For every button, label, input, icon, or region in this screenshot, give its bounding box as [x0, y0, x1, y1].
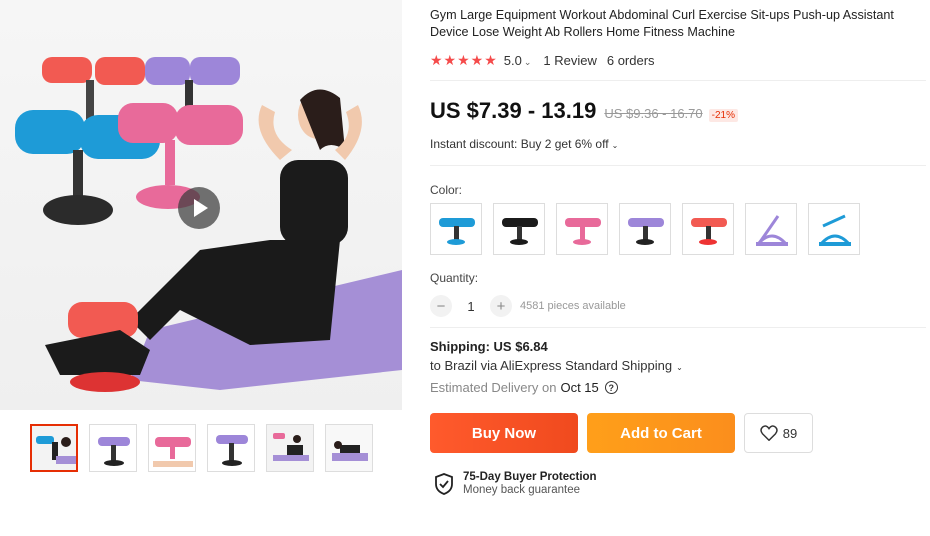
product-gallery	[0, 0, 402, 536]
quantity-value[interactable]: 1	[459, 299, 483, 314]
quantity-increase-button[interactable]: +	[490, 295, 512, 317]
price-row: US $7.39 - 13.19 US $9.36 - 16.70 -21%	[430, 98, 738, 124]
swatch-image	[756, 215, 788, 246]
add-to-cart-button[interactable]: Add to Cart	[587, 413, 735, 453]
thumbnail-image	[149, 425, 195, 471]
thumbnail-image	[326, 425, 372, 471]
color-swatch-red[interactable]	[682, 203, 734, 255]
rating-value[interactable]: 5.0 ⌄	[504, 53, 532, 68]
buy-now-button[interactable]: Buy Now	[430, 413, 578, 453]
swatch-image	[439, 218, 475, 245]
current-price: US $7.39 - 13.19	[430, 98, 597, 123]
thumbnail-image	[267, 425, 313, 471]
shipping-destination-text: to Brazil via AliExpress Standard Shippi…	[430, 358, 673, 373]
thumbnail-5[interactable]	[266, 424, 314, 472]
buyer-protection: 75-Day Buyer Protection Money back guara…	[434, 471, 597, 496]
divider	[430, 165, 926, 166]
help-icon[interactable]: ?	[604, 381, 618, 394]
quantity-stepper: − 1 + 4581 pieces available	[430, 295, 626, 317]
rating-number: 5.0	[503, 53, 522, 68]
instant-discount[interactable]: Instant discount: Buy 2 get 6% off ⌄	[430, 137, 618, 151]
rating-stars-icon: ★★★★★	[430, 52, 498, 68]
thumbnail-image	[90, 425, 136, 471]
buyer-protection-title: 75-Day Buyer Protection	[463, 471, 597, 483]
play-icon	[194, 199, 208, 217]
color-swatch-blue[interactable]	[430, 203, 482, 255]
original-price: US $9.36 - 16.70	[604, 106, 703, 121]
color-swatches	[430, 203, 860, 255]
swatch-image	[691, 218, 727, 245]
shipping-cost: Shipping: US $6.84	[430, 339, 548, 354]
buyer-protection-subtitle: Money back guarantee	[463, 484, 580, 496]
divider	[430, 80, 926, 81]
chevron-down-icon: ⌄	[611, 141, 619, 150]
swatch-image	[819, 214, 851, 246]
quantity-label: Quantity:	[430, 271, 479, 285]
orders-count: 6 orders	[606, 53, 655, 68]
thumbnail-2[interactable]	[89, 424, 137, 472]
product-info: Gym Large Equipment Workout Abdominal Cu…	[430, 0, 930, 536]
thumbnail-image	[208, 425, 254, 471]
chevron-down-icon: ⌄	[676, 363, 683, 372]
chevron-down-icon: ⌄	[523, 57, 532, 67]
thumbnail-strip	[30, 424, 373, 472]
divider	[430, 327, 926, 328]
thumbnail-3[interactable]	[148, 424, 196, 472]
shield-check-icon	[435, 472, 453, 495]
thumbnail-4[interactable]	[207, 424, 255, 472]
swatch-image	[565, 218, 601, 245]
discount-badge: -21%	[708, 109, 738, 122]
color-label: Color:	[430, 183, 463, 197]
wishlist-button[interactable]: 89	[744, 413, 813, 453]
swatch-image	[502, 218, 538, 245]
estimated-delivery-date: Oct 15	[560, 380, 599, 395]
quantity-decrease-button[interactable]: −	[430, 295, 452, 317]
swatch-image	[628, 218, 664, 245]
estimated-delivery-label: Estimated Delivery on	[430, 380, 557, 395]
color-swatch-blue-pull-rope[interactable]	[808, 203, 860, 255]
wishlist-count: 89	[782, 425, 798, 441]
color-swatch-pink[interactable]	[556, 203, 608, 255]
shipping-destination[interactable]: to Brazil via AliExpress Standard Shippi…	[430, 358, 683, 373]
estimated-delivery: Estimated Delivery on Oct 15 ?	[430, 380, 618, 395]
instant-discount-text: Instant discount: Buy 2 get 6% off	[430, 137, 609, 151]
heart-icon	[760, 425, 778, 441]
thumbnail-image	[32, 426, 76, 470]
thumbnail-6[interactable]	[325, 424, 373, 472]
available-pieces: 4581 pieces available	[520, 300, 626, 312]
reviews-link[interactable]: 1 Review	[543, 53, 596, 68]
thumbnail-1[interactable]	[30, 424, 78, 472]
color-swatch-purple[interactable]	[619, 203, 671, 255]
product-title: Gym Large Equipment Workout Abdominal Cu…	[430, 8, 894, 39]
rating-row: ★★★★★ 5.0 ⌄ 1 Review 6 orders	[430, 52, 655, 69]
color-swatch-purple-pull-rope[interactable]	[745, 203, 797, 255]
color-swatch-black[interactable]	[493, 203, 545, 255]
play-video-button[interactable]	[178, 187, 220, 229]
main-product-image[interactable]	[0, 0, 402, 410]
